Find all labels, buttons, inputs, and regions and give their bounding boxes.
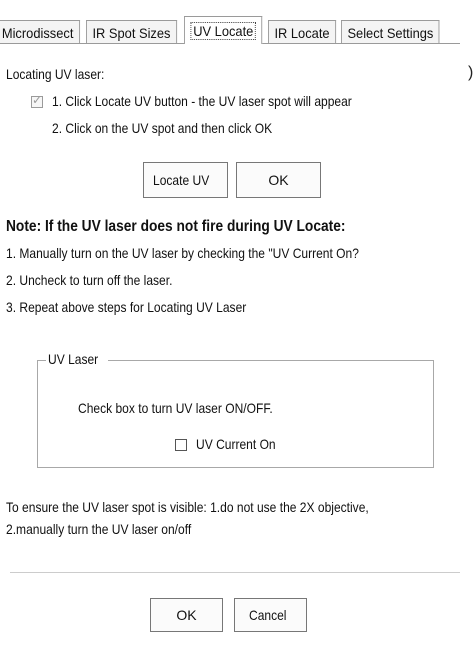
- step2-text: 2. Click on the UV spot and then click O…: [52, 120, 273, 136]
- tab-select-settings[interactable]: Select Settings: [340, 20, 440, 44]
- footer-separator: [10, 572, 460, 573]
- tab-label: IR Spot Sizes: [92, 25, 171, 41]
- tab-label: IR Locate: [274, 25, 330, 41]
- tab-ir-spot-sizes[interactable]: IR Spot Sizes: [85, 20, 177, 44]
- tab-uv-locate[interactable]: UV Locate: [183, 16, 263, 44]
- tab-label: Select Settings: [347, 25, 434, 41]
- uv-laser-instruction: Check box to turn UV laser ON/OFF.: [78, 400, 273, 416]
- note-line-1: 1. Manually turn on the UV laser by chec…: [6, 245, 359, 261]
- ok-button[interactable]: OK: [150, 598, 223, 632]
- footer-note-line-2: 2.manually turn the UV laser on/off: [6, 521, 192, 537]
- tab-ir-locate[interactable]: IR Locate: [268, 20, 337, 44]
- step1-text: 1. Click Locate UV button - the UV laser…: [52, 93, 352, 109]
- cancel-button[interactable]: Cancel: [234, 598, 307, 632]
- step1-checkbox: [31, 93, 43, 108]
- footer-note-line-1: To ensure the UV laser spot is visible: …: [6, 499, 369, 515]
- locate-uv-button[interactable]: Locate UV: [143, 162, 228, 198]
- uv-current-on-checkbox[interactable]: [175, 439, 187, 451]
- side-mark: ): [468, 64, 474, 81]
- note-line-2: 2. Uncheck to turn off the laser.: [6, 272, 173, 288]
- tab-microdissect[interactable]: Microdissect: [0, 20, 80, 44]
- note-title: Note: If the UV laser does not fire duri…: [6, 218, 346, 235]
- ok-top-button[interactable]: OK: [236, 162, 321, 198]
- uv-current-on-label[interactable]: UV Current On: [196, 436, 289, 452]
- tab-label: UV Locate: [190, 22, 256, 40]
- groupbox-legend: UV Laser: [46, 351, 109, 367]
- tab-label: Microdissect: [1, 25, 74, 41]
- tab-strip: Microdissect IR Spot Sizes UV Locate IR …: [0, 16, 447, 44]
- locating-heading: Locating UV laser:: [6, 66, 105, 82]
- dialog-window: Microdissect IR Spot Sizes UV Locate IR …: [0, 0, 475, 654]
- note-line-3: 3. Repeat above steps for Locating UV La…: [6, 299, 247, 315]
